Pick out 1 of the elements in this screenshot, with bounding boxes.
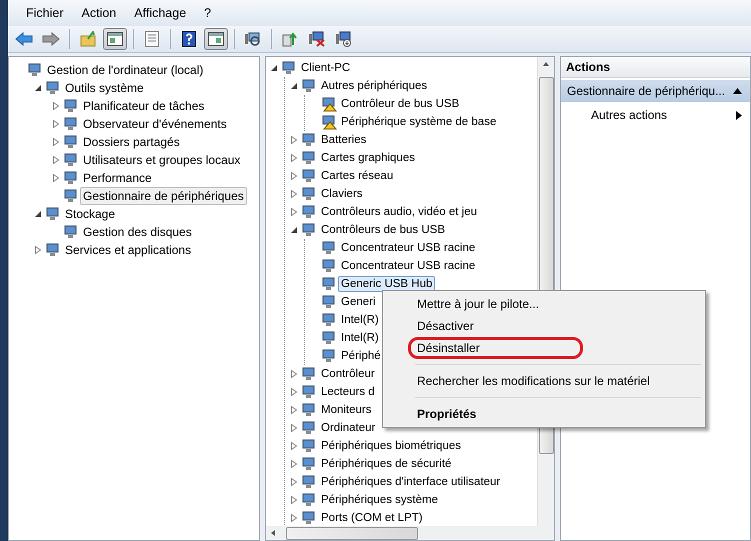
actions-title: Actions: [561, 57, 750, 78]
